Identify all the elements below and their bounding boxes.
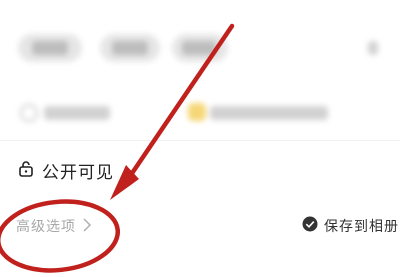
red-arrow-annotation bbox=[110, 23, 235, 200]
red-ellipse-annotation bbox=[0, 199, 121, 273]
annotation-overlay bbox=[0, 23, 235, 273]
